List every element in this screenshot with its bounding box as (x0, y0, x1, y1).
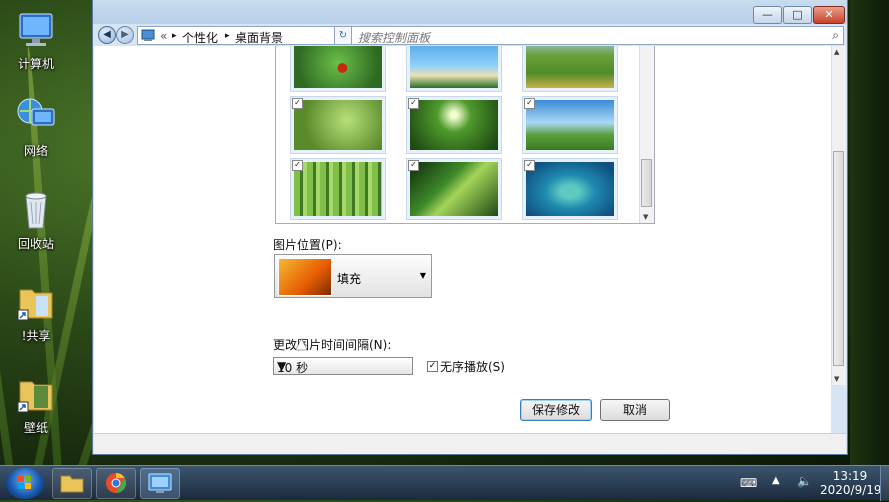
refresh-icon: ↻ (338, 30, 348, 41)
breadcrumb-personalization[interactable]: 个性化 (182, 29, 218, 46)
title-bar[interactable]: — □ ✕ (93, 0, 847, 24)
show-desktop-button[interactable] (880, 466, 889, 501)
maximize-button[interactable]: □ (783, 6, 812, 24)
search-input[interactable]: 搜索控制面板 (358, 29, 430, 46)
start-button[interactable] (6, 468, 44, 499)
picture-position-value: 填充 (337, 272, 362, 286)
wallpaper-sprout-checkbox[interactable]: ✓ (292, 98, 303, 109)
interval-label: 更改图片时间间隔(N): (273, 338, 392, 352)
taskbar-explorer-button[interactable] (52, 468, 92, 499)
breadcrumb-separator-icon[interactable]: ▸ (225, 31, 230, 41)
desktop-background-right (850, 0, 889, 465)
clock[interactable]: 13:19 2020/9/19 (820, 469, 882, 497)
content-scroll-thumb[interactable] (833, 151, 844, 366)
scroll-up-icon[interactable]: ▲ (834, 48, 839, 56)
refresh-button[interactable]: ↻ (334, 26, 352, 45)
position-preview-image (278, 258, 332, 296)
wallpaper-list-scrollbar[interactable]: ▼ (639, 46, 654, 223)
mouse-cursor-icon: ▲ (296, 336, 307, 352)
wallpaper-island[interactable]: ✓ (522, 158, 618, 220)
wallpaper-forest-sun[interactable]: ✓ (406, 96, 502, 154)
wallpaper-leaf-drops-checkbox[interactable]: ✓ (408, 160, 419, 171)
scroll-down-icon[interactable]: ▼ (834, 375, 839, 383)
computer-icon (14, 8, 58, 52)
content-area: ✓ ✓ ✓ ✓ ✓ ✓ ▼ 图片位置(P): 填充 ▼ 更改图片时间间隔(N):… (94, 46, 831, 433)
back-arrow-icon: ◀ (103, 29, 111, 40)
content-scrollbar[interactable]: ▲ ▼ (831, 46, 846, 385)
search-icon[interactable]: ⌕ (832, 28, 839, 43)
wallpaper-bamboo[interactable]: ✓ (290, 158, 386, 220)
taskbar-browser-button[interactable] (96, 468, 136, 499)
browser-icon (106, 472, 127, 494)
taskbar-control-panel-button[interactable] (140, 468, 180, 499)
wallpaper-meadow-sky[interactable]: ✓ (522, 96, 618, 154)
wallpaper-palm-beach[interactable] (406, 46, 502, 92)
wallpaper-field-road[interactable] (522, 46, 618, 92)
desktop-icon-shared[interactable]: !共享 (8, 280, 64, 344)
wallpaper-ladybug[interactable] (290, 46, 386, 92)
desktop-icon-computer[interactable]: 计算机 (8, 8, 64, 72)
control-panel-icon (148, 473, 172, 493)
status-strip (94, 433, 846, 454)
back-button[interactable]: ◀ (98, 26, 116, 44)
clock-time: 13:19 (832, 469, 868, 483)
scroll-down-icon[interactable]: ▼ (643, 213, 648, 221)
forward-arrow-icon: ▶ (121, 29, 129, 40)
breadcrumb-desktop-background[interactable]: 桌面背景 (235, 29, 283, 46)
search-box[interactable]: 搜索控制面板 ⌕ (351, 26, 844, 45)
navigation-bar: ◀ ▶ « ▸ 个性化 ▸ 桌面背景 ▼ ↻ 搜索控制面板 ⌕ (93, 24, 847, 46)
breadcrumb-separator-icon[interactable]: ▸ (172, 31, 177, 41)
folder-icon (60, 475, 84, 493)
shuffle-checkbox[interactable]: ✓ (427, 361, 438, 372)
wallpaper-forest-sun-checkbox[interactable]: ✓ (408, 98, 419, 109)
wallpaper-list-scroll-thumb[interactable] (641, 159, 652, 207)
breadcrumb-overflow[interactable]: « (160, 29, 167, 43)
minimize-button[interactable]: — (753, 6, 782, 24)
wallpaper-bamboo-checkbox[interactable]: ✓ (292, 160, 303, 171)
interval-dropdown[interactable]: 10 秒 ▼ (273, 357, 413, 375)
desktop-icon-recycle-bin[interactable]: 回收站 (8, 188, 64, 252)
keyboard-icon[interactable]: ⌨ (740, 476, 757, 490)
wallpaper-meadow-sky-checkbox[interactable]: ✓ (524, 98, 535, 109)
control-panel-window: — □ ✕ ◀ ▶ « ▸ 个性化 ▸ 桌面背景 ▼ ↻ 搜索控制面板 ⌕ (92, 0, 848, 455)
wallpaper-leaf-drops[interactable]: ✓ (406, 158, 502, 220)
save-changes-button[interactable]: 保存修改 (520, 399, 592, 421)
cancel-button[interactable]: 取消 (600, 399, 670, 421)
show-hidden-icons-icon[interactable]: ▲ (772, 475, 780, 486)
taskbar: ⌨ ▲ 🔈 13:19 2020/9/19 (0, 465, 889, 501)
wallpaper-sprout[interactable]: ✓ (290, 96, 386, 154)
chevron-down-icon: ▼ (419, 271, 426, 280)
control-panel-icon (141, 28, 155, 45)
chevron-down-icon: ▼ (277, 359, 287, 373)
forward-button[interactable]: ▶ (116, 26, 134, 44)
network-icon (14, 95, 58, 139)
picture-position-label: 图片位置(P): (273, 238, 342, 252)
windows-logo-icon (18, 476, 31, 489)
close-button[interactable]: ✕ (813, 6, 845, 24)
desktop-icon-wallpaper[interactable]: 壁纸 (8, 372, 64, 436)
recycle-bin-icon (14, 188, 58, 232)
clock-date: 2020/9/19 (820, 483, 882, 497)
wallpaper-island-checkbox[interactable]: ✓ (524, 160, 535, 171)
shuffle-label[interactable]: 无序播放(S) (440, 358, 505, 375)
picture-position-dropdown[interactable]: 填充 ▼ (274, 254, 432, 298)
volume-icon[interactable]: 🔈 (797, 474, 812, 488)
desktop-icon-network[interactable]: 网络 (8, 95, 64, 159)
shared-folder-icon (14, 280, 58, 324)
wallpaper-list[interactable]: ✓ ✓ ✓ ✓ ✓ ✓ ▼ (275, 46, 655, 224)
wallpaper-folder-icon (14, 372, 58, 416)
